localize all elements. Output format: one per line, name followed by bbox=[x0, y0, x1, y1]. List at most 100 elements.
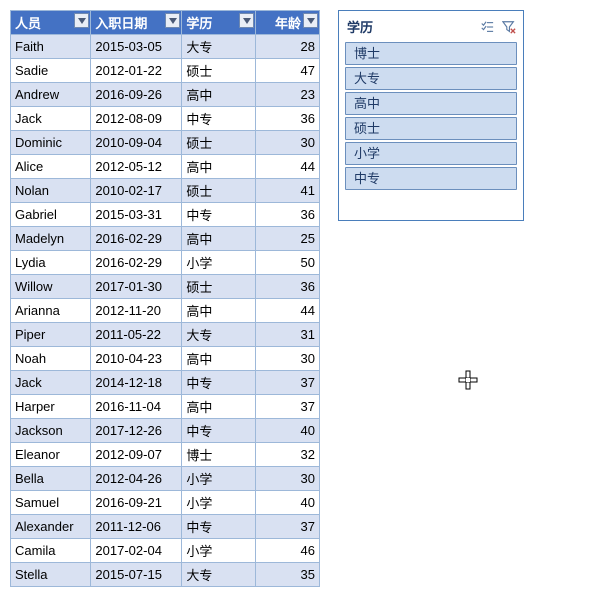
cell-date[interactable]: 2017-12-26 bbox=[91, 419, 182, 443]
cell-edu[interactable]: 高中 bbox=[182, 83, 256, 107]
cell-date[interactable]: 2010-04-23 bbox=[91, 347, 182, 371]
cell-name[interactable]: Camila bbox=[11, 539, 91, 563]
table-row[interactable]: Alice2012-05-12高中44 bbox=[11, 155, 320, 179]
cell-age[interactable]: 50 bbox=[256, 251, 320, 275]
table-row[interactable]: Lydia2016-02-29小学50 bbox=[11, 251, 320, 275]
cell-name[interactable]: Dominic bbox=[11, 131, 91, 155]
table-row[interactable]: Madelyn2016-02-29高中25 bbox=[11, 227, 320, 251]
table-row[interactable]: Faith2015-03-05大专28 bbox=[11, 35, 320, 59]
cell-name[interactable]: Eleanor bbox=[11, 443, 91, 467]
table-row[interactable]: Samuel2016-09-21小学40 bbox=[11, 491, 320, 515]
cell-age[interactable]: 41 bbox=[256, 179, 320, 203]
table-row[interactable]: Jack2014-12-18中专37 bbox=[11, 371, 320, 395]
table-row[interactable]: Jackson2017-12-26中专40 bbox=[11, 419, 320, 443]
cell-name[interactable]: Samuel bbox=[11, 491, 91, 515]
table-row[interactable]: Andrew2016-09-26高中23 bbox=[11, 83, 320, 107]
cell-name[interactable]: Piper bbox=[11, 323, 91, 347]
cell-edu[interactable]: 小学 bbox=[182, 539, 256, 563]
cell-age[interactable]: 36 bbox=[256, 275, 320, 299]
cell-age[interactable]: 40 bbox=[256, 491, 320, 515]
cell-age[interactable]: 44 bbox=[256, 299, 320, 323]
table-row[interactable]: Piper2011-05-22大专31 bbox=[11, 323, 320, 347]
cell-edu[interactable]: 大专 bbox=[182, 563, 256, 587]
col-header-age[interactable]: 年龄 bbox=[256, 11, 320, 35]
table-row[interactable]: Willow2017-01-30硕士36 bbox=[11, 275, 320, 299]
col-header-edu[interactable]: 学历 bbox=[182, 11, 256, 35]
cell-edu[interactable]: 中专 bbox=[182, 371, 256, 395]
multi-select-icon[interactable] bbox=[479, 19, 495, 35]
table-row[interactable]: Jack2012-08-09中专36 bbox=[11, 107, 320, 131]
table-row[interactable]: Gabriel2015-03-31中专36 bbox=[11, 203, 320, 227]
cell-age[interactable]: 32 bbox=[256, 443, 320, 467]
cell-date[interactable]: 2016-11-04 bbox=[91, 395, 182, 419]
cell-age[interactable]: 40 bbox=[256, 419, 320, 443]
cell-age[interactable]: 37 bbox=[256, 395, 320, 419]
cell-age[interactable]: 47 bbox=[256, 59, 320, 83]
cell-edu[interactable]: 硕士 bbox=[182, 179, 256, 203]
slicer-item[interactable]: 中专 bbox=[345, 167, 517, 190]
col-header-name[interactable]: 人员 bbox=[11, 11, 91, 35]
cell-edu[interactable]: 小学 bbox=[182, 491, 256, 515]
cell-edu[interactable]: 中专 bbox=[182, 419, 256, 443]
cell-name[interactable]: Jackson bbox=[11, 419, 91, 443]
cell-age[interactable]: 35 bbox=[256, 563, 320, 587]
slicer-item[interactable]: 博士 bbox=[345, 42, 517, 65]
cell-name[interactable]: Gabriel bbox=[11, 203, 91, 227]
filter-dropdown-name[interactable] bbox=[74, 13, 89, 28]
cell-date[interactable]: 2016-02-29 bbox=[91, 227, 182, 251]
slicer-item[interactable]: 大专 bbox=[345, 67, 517, 90]
cell-name[interactable]: Lydia bbox=[11, 251, 91, 275]
cell-name[interactable]: Harper bbox=[11, 395, 91, 419]
cell-name[interactable]: Andrew bbox=[11, 83, 91, 107]
slicer-item[interactable]: 硕士 bbox=[345, 117, 517, 140]
cell-name[interactable]: Bella bbox=[11, 467, 91, 491]
cell-name[interactable]: Sadie bbox=[11, 59, 91, 83]
cell-edu[interactable]: 博士 bbox=[182, 443, 256, 467]
cell-name[interactable]: Noah bbox=[11, 347, 91, 371]
cell-date[interactable]: 2014-12-18 bbox=[91, 371, 182, 395]
cell-name[interactable]: Faith bbox=[11, 35, 91, 59]
cell-date[interactable]: 2011-12-06 bbox=[91, 515, 182, 539]
cell-name[interactable]: Stella bbox=[11, 563, 91, 587]
cell-age[interactable]: 30 bbox=[256, 131, 320, 155]
cell-date[interactable]: 2015-03-05 bbox=[91, 35, 182, 59]
cell-name[interactable]: Alice bbox=[11, 155, 91, 179]
cell-date[interactable]: 2011-05-22 bbox=[91, 323, 182, 347]
cell-edu[interactable]: 中专 bbox=[182, 515, 256, 539]
cell-date[interactable]: 2016-02-29 bbox=[91, 251, 182, 275]
cell-name[interactable]: Willow bbox=[11, 275, 91, 299]
cell-date[interactable]: 2012-01-22 bbox=[91, 59, 182, 83]
cell-age[interactable]: 23 bbox=[256, 83, 320, 107]
cell-date[interactable]: 2016-09-26 bbox=[91, 83, 182, 107]
cell-name[interactable]: Jack bbox=[11, 371, 91, 395]
cell-edu[interactable]: 大专 bbox=[182, 35, 256, 59]
cell-age[interactable]: 44 bbox=[256, 155, 320, 179]
cell-date[interactable]: 2012-08-09 bbox=[91, 107, 182, 131]
cell-edu[interactable]: 高中 bbox=[182, 155, 256, 179]
cell-edu[interactable]: 高中 bbox=[182, 347, 256, 371]
cell-edu[interactable]: 中专 bbox=[182, 107, 256, 131]
table-row[interactable]: Harper2016-11-04高中37 bbox=[11, 395, 320, 419]
cell-edu[interactable]: 中专 bbox=[182, 203, 256, 227]
table-row[interactable]: Alexander2011-12-06中专37 bbox=[11, 515, 320, 539]
filter-dropdown-date[interactable] bbox=[165, 13, 180, 28]
cell-age[interactable]: 46 bbox=[256, 539, 320, 563]
cell-edu[interactable]: 大专 bbox=[182, 323, 256, 347]
table-row[interactable]: Camila2017-02-04小学46 bbox=[11, 539, 320, 563]
cell-name[interactable]: Arianna bbox=[11, 299, 91, 323]
cell-age[interactable]: 30 bbox=[256, 467, 320, 491]
table-row[interactable]: Nolan2010-02-17硕士41 bbox=[11, 179, 320, 203]
table-row[interactable]: Eleanor2012-09-07博士32 bbox=[11, 443, 320, 467]
cell-date[interactable]: 2015-03-31 bbox=[91, 203, 182, 227]
table-row[interactable]: Arianna2012-11-20高中44 bbox=[11, 299, 320, 323]
cell-edu[interactable]: 高中 bbox=[182, 227, 256, 251]
cell-age[interactable]: 37 bbox=[256, 515, 320, 539]
cell-name[interactable]: Nolan bbox=[11, 179, 91, 203]
cell-age[interactable]: 36 bbox=[256, 107, 320, 131]
cell-date[interactable]: 2016-09-21 bbox=[91, 491, 182, 515]
table-row[interactable]: Sadie2012-01-22硕士47 bbox=[11, 59, 320, 83]
table-row[interactable]: Bella2012-04-26小学30 bbox=[11, 467, 320, 491]
cell-edu[interactable]: 硕士 bbox=[182, 131, 256, 155]
clear-filter-icon[interactable] bbox=[501, 19, 517, 35]
slicer-item[interactable]: 小学 bbox=[345, 142, 517, 165]
